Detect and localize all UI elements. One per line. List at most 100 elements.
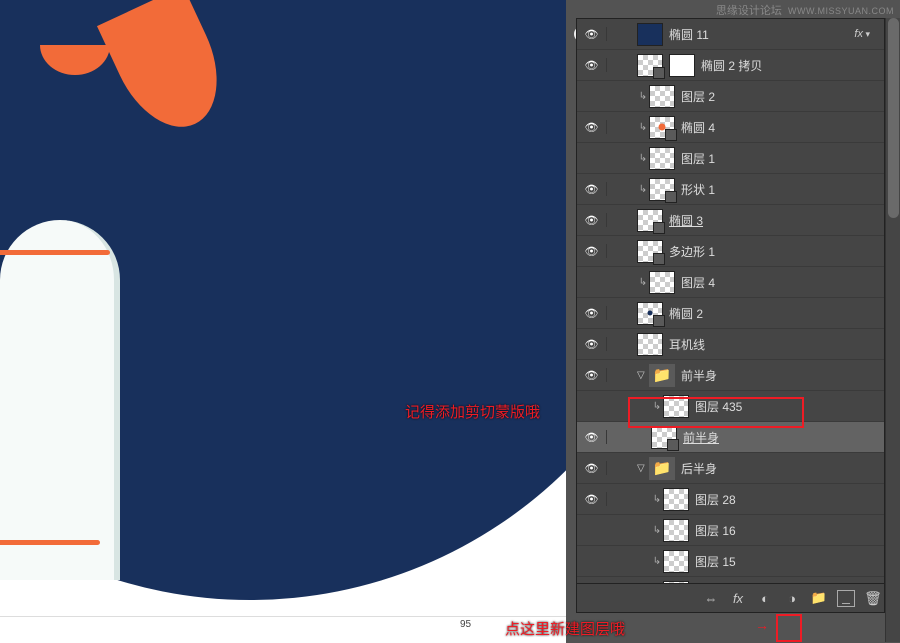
layer-row[interactable]: ↳ 椭圆 4 (577, 112, 884, 143)
layer-row[interactable]: ↳ 图层 1 (577, 143, 884, 174)
visibility-toggle[interactable] (577, 244, 607, 258)
visibility-toggle[interactable] (577, 430, 607, 444)
clip-indicator-icon: ↳ (651, 401, 663, 412)
layer-row[interactable]: ↳图层 2 (577, 81, 884, 112)
visibility-toggle[interactable] (577, 120, 607, 134)
visibility-toggle[interactable] (577, 492, 607, 506)
layer-row[interactable]: ↳图层 4 (577, 267, 884, 298)
layer-row[interactable]: ▽📁前半身 (577, 360, 884, 391)
layer-row[interactable]: 椭圆 2 (577, 298, 884, 329)
layer-row[interactable]: 椭圆 3 (577, 205, 884, 236)
visibility-toggle[interactable] (577, 58, 607, 72)
layer-name-label[interactable]: 椭圆 11 (669, 26, 854, 43)
layer-name-label[interactable]: 后半身 (681, 460, 884, 477)
visibility-toggle[interactable] (577, 182, 607, 196)
fx-icon[interactable]: fx (729, 589, 747, 607)
clip-indicator-icon: ↳ (651, 525, 663, 536)
visibility-toggle[interactable] (577, 337, 607, 351)
eye-icon (585, 120, 599, 130)
horizontal-ruler: 95 (0, 616, 576, 634)
layer-row[interactable]: 多边形 1 (577, 236, 884, 267)
group-icon[interactable]: 📁 (810, 589, 828, 607)
layer-name-label[interactable]: 图层 15 (695, 553, 884, 570)
layer-row[interactable]: ▽📁后半身 (577, 453, 884, 484)
layer-thumbnail[interactable] (637, 209, 663, 232)
layers-toolbar: ⇔ fx ◐ ◑ 📁 🗑 (577, 583, 885, 612)
clip-indicator-icon: ↳ (637, 122, 649, 133)
clip-indicator-icon: ↳ (651, 494, 663, 505)
eye-icon (585, 27, 599, 37)
visibility-toggle[interactable] (577, 461, 607, 475)
layer-thumbnail[interactable] (649, 147, 675, 170)
add-mask-icon[interactable]: ◐ (756, 589, 774, 607)
layer-thumbnail[interactable] (637, 333, 663, 356)
eye-icon (585, 182, 599, 192)
scrollbar-thumb[interactable] (888, 18, 899, 218)
clip-indicator-icon: ↳ (651, 556, 663, 567)
layer-thumbnail[interactable] (649, 85, 675, 108)
layer-thumbnail[interactable] (651, 426, 677, 449)
folder-disclosure-icon[interactable]: ▽ (637, 463, 649, 474)
layer-row[interactable]: 耳机线 (577, 329, 884, 360)
layer-name-label[interactable]: 多边形 1 (669, 243, 884, 260)
layer-thumbnail[interactable] (649, 271, 675, 294)
layer-thumbnail[interactable] (637, 240, 663, 263)
layer-thumbnail[interactable] (663, 395, 689, 418)
layer-name-label[interactable]: 图层 16 (695, 522, 884, 539)
layer-row[interactable]: 前半身 (577, 422, 884, 453)
link-layers-icon[interactable]: ⇔ (702, 589, 720, 607)
fx-badge[interactable]: fx (854, 28, 870, 40)
layer-name-label[interactable]: 前半身 (683, 429, 884, 446)
layer-name-label[interactable]: 耳机线 (669, 336, 884, 353)
layer-thumbnail[interactable] (663, 519, 689, 542)
eye-icon (585, 213, 599, 223)
eye-icon (585, 337, 599, 347)
delete-icon[interactable]: 🗑 (864, 589, 882, 607)
watermark: 思缘设计论坛 WWW.MISSYUAN.COM (716, 2, 894, 18)
arrow-icon: → (755, 617, 769, 633)
layer-name-label[interactable]: 图层 1 (681, 150, 884, 167)
layer-name-label[interactable]: 图层 4 (681, 274, 884, 291)
layer-row[interactable]: 椭圆 2 拷贝 (577, 50, 884, 81)
panel-scrollbar[interactable] (885, 18, 900, 642)
layer-thumbnail[interactable] (649, 116, 675, 139)
annotation-clip-mask: 记得添加剪切蒙版哦 (405, 401, 540, 422)
layers-panel[interactable]: 椭圆 11fx椭圆 2 拷贝↳图层 2↳椭圆 4↳图层 1↳形状 1椭圆 3多边… (576, 18, 885, 613)
layer-name-label[interactable]: 图层 2 (681, 88, 884, 105)
layer-thumbnail[interactable] (649, 178, 675, 201)
layer-row[interactable]: ↳形状 1 (577, 174, 884, 205)
layer-name-label[interactable]: 前半身 (681, 367, 884, 384)
visibility-toggle[interactable] (577, 27, 607, 41)
layer-name-label[interactable]: 图层 435 (695, 398, 884, 415)
layer-name-label[interactable]: 椭圆 4 (681, 119, 884, 136)
layer-thumbnail[interactable] (637, 23, 663, 46)
eye-icon (585, 492, 599, 502)
visibility-toggle[interactable] (577, 368, 607, 382)
layer-name-label[interactable]: 椭圆 3 (669, 212, 884, 229)
new-layer-icon[interactable] (837, 589, 855, 607)
layer-row[interactable]: ↳ 图层 435 (577, 391, 884, 422)
layer-thumbnail[interactable] (637, 302, 663, 325)
layer-thumbnail[interactable] (663, 550, 689, 573)
layer-thumbnail[interactable] (637, 54, 663, 77)
layer-row[interactable]: ↳ 图层 28 (577, 484, 884, 515)
visibility-toggle[interactable] (577, 213, 607, 227)
eye-icon (585, 461, 599, 471)
layer-name-label[interactable]: 椭圆 2 拷贝 (701, 57, 884, 74)
canvas[interactable] (0, 0, 576, 616)
layer-thumbnail[interactable] (663, 488, 689, 511)
layer-name-label[interactable]: 图层 28 (695, 491, 884, 508)
layer-row[interactable]: ↳ 图层 15 (577, 546, 884, 577)
layers-list: 椭圆 11fx椭圆 2 拷贝↳图层 2↳椭圆 4↳图层 1↳形状 1椭圆 3多边… (577, 19, 884, 608)
visibility-toggle[interactable] (577, 306, 607, 320)
layer-name-label[interactable]: 形状 1 (681, 181, 884, 198)
layer-row[interactable]: ↳ 图层 16 (577, 515, 884, 546)
mask-thumbnail[interactable] (669, 54, 695, 77)
eye-icon (585, 306, 599, 316)
layers-panel-container: 思缘设计论坛 WWW.MISSYUAN.COM 椭圆 11fx椭圆 2 拷贝↳图… (576, 0, 900, 643)
clip-indicator-icon: ↳ (637, 153, 649, 164)
adjustment-icon[interactable]: ◑ (783, 589, 801, 607)
layer-name-label[interactable]: 椭圆 2 (669, 305, 884, 322)
folder-disclosure-icon[interactable]: ▽ (637, 370, 649, 381)
layer-row[interactable]: 椭圆 11fx (577, 19, 884, 50)
